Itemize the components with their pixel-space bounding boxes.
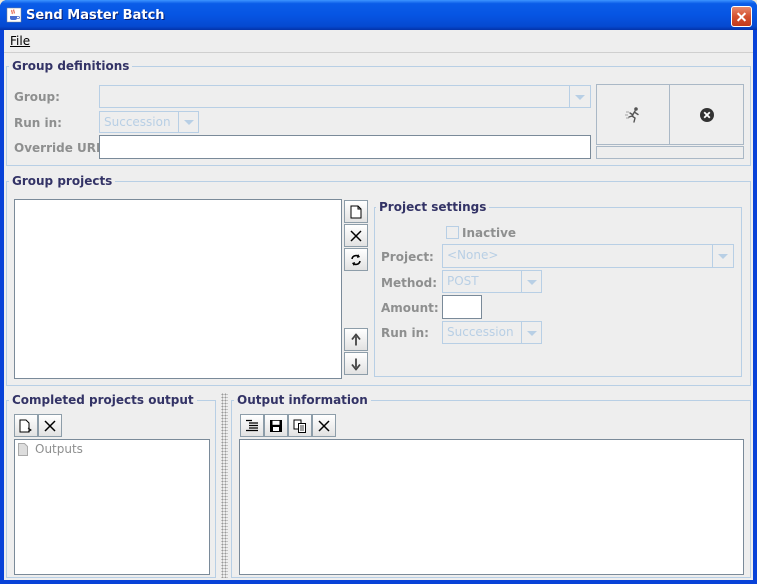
stop-button[interactable] bbox=[669, 84, 744, 145]
new-project-button[interactable] bbox=[344, 200, 368, 223]
outputs-tree[interactable] bbox=[14, 439, 210, 575]
clear-output-button[interactable] bbox=[312, 414, 336, 437]
completed-output-title: Completed projects output bbox=[9, 393, 197, 407]
copy-output-button[interactable] bbox=[288, 414, 312, 437]
project-run-in-label: Run in: bbox=[381, 326, 429, 340]
document-arrow-icon bbox=[19, 419, 32, 432]
move-down-button[interactable] bbox=[344, 352, 368, 375]
output-information-text[interactable] bbox=[239, 439, 744, 575]
delete-x-icon bbox=[350, 229, 362, 242]
run-in-combo-value: Succession bbox=[104, 115, 171, 129]
inactive-checkbox[interactable] bbox=[446, 226, 459, 239]
project-combo-arrow[interactable] bbox=[712, 245, 733, 267]
override-url-input[interactable] bbox=[99, 135, 591, 159]
group-combo[interactable] bbox=[99, 85, 591, 108]
arrow-down-icon bbox=[351, 358, 361, 370]
output-information-title: Output information bbox=[234, 393, 371, 407]
group-definitions-title: Group definitions bbox=[9, 59, 133, 73]
method-combo-arrow[interactable] bbox=[521, 271, 541, 292]
menu-file[interactable]: File bbox=[10, 34, 30, 48]
indent-lines-icon bbox=[246, 419, 258, 431]
window-title: Send Master Batch bbox=[26, 8, 165, 23]
amount-input[interactable] bbox=[442, 295, 482, 319]
group-combo-arrow[interactable] bbox=[569, 86, 590, 107]
project-settings-panel bbox=[374, 207, 742, 377]
open-output-button[interactable] bbox=[14, 414, 38, 437]
run-in-label: Run in: bbox=[14, 116, 62, 130]
new-document-icon bbox=[350, 205, 362, 218]
floppy-disk-icon bbox=[270, 419, 282, 432]
stop-circle-icon bbox=[700, 108, 714, 122]
java-cup-icon bbox=[6, 7, 22, 23]
menu-bar bbox=[4, 30, 753, 53]
group-projects-list[interactable] bbox=[14, 199, 342, 379]
project-run-in-combo-value: Succession bbox=[447, 325, 514, 339]
project-settings-title: Project settings bbox=[376, 200, 490, 214]
method-label: Method: bbox=[381, 276, 437, 290]
copy-icon bbox=[293, 419, 306, 433]
running-man-icon bbox=[625, 107, 639, 123]
close-button[interactable] bbox=[731, 6, 752, 27]
group-label: Group: bbox=[14, 90, 60, 104]
delete-project-button[interactable] bbox=[344, 224, 368, 247]
document-icon bbox=[18, 443, 28, 456]
project-run-in-combo-arrow[interactable] bbox=[521, 322, 541, 343]
project-combo[interactable]: <None> bbox=[442, 244, 734, 268]
override-url-label: Override URL: bbox=[14, 141, 109, 155]
save-output-button[interactable] bbox=[264, 414, 288, 437]
format-output-button[interactable] bbox=[240, 414, 264, 437]
group-projects-title: Group projects bbox=[9, 174, 116, 188]
method-combo-value: POST bbox=[447, 274, 479, 288]
delete-output-button[interactable] bbox=[38, 414, 62, 437]
delete-x-icon bbox=[318, 419, 330, 432]
run-button[interactable] bbox=[596, 84, 670, 145]
outputs-tree-label: Outputs bbox=[35, 442, 83, 456]
amount-label: Amount: bbox=[381, 301, 439, 315]
inactive-label: Inactive bbox=[462, 226, 517, 240]
arrow-up-icon bbox=[351, 333, 361, 345]
split-pane-divider[interactable] bbox=[221, 393, 228, 578]
project-combo-value: <None> bbox=[447, 248, 499, 262]
delete-x-icon bbox=[44, 419, 56, 432]
run-in-combo-arrow[interactable] bbox=[178, 112, 198, 132]
refresh-project-button[interactable] bbox=[344, 248, 368, 271]
move-up-button[interactable] bbox=[344, 328, 368, 351]
refresh-icon bbox=[351, 253, 361, 266]
project-label: Project: bbox=[381, 250, 434, 264]
progress-bar bbox=[596, 146, 744, 159]
